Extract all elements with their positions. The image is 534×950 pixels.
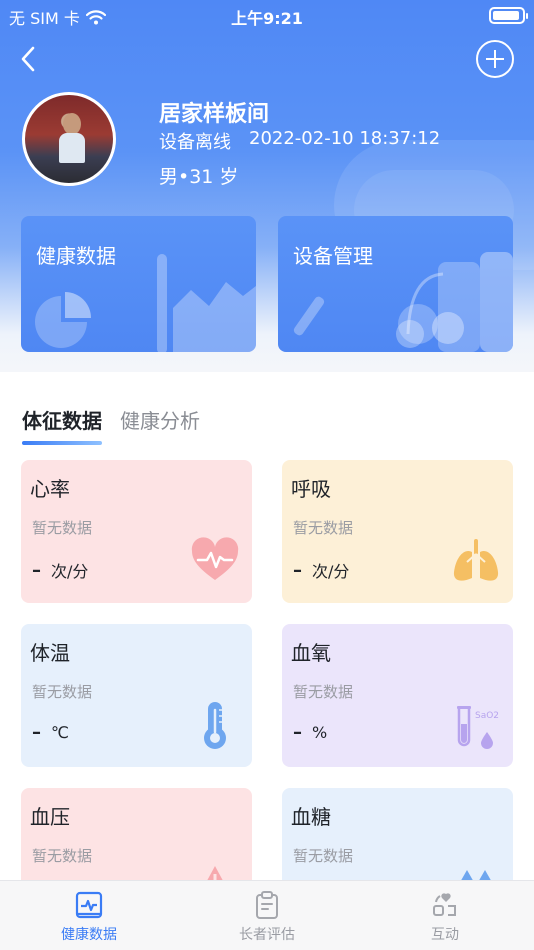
avatar[interactable] (22, 92, 116, 186)
vital-card-temperature[interactable]: 体温 暂无数据 – ℃ (21, 624, 252, 767)
gender-age: 男•31 岁 (159, 166, 239, 188)
health-data-card[interactable]: 健康数据 (21, 216, 256, 352)
device-manage-card[interactable]: 设备管理 (278, 216, 513, 352)
vital-nodata: 暂无数据 (32, 683, 93, 701)
vital-title: 体温 (30, 641, 70, 665)
health-chart-icon (75, 891, 103, 919)
vital-value: – (293, 722, 302, 743)
tab-bar: 体征数据 健康分析 (22, 405, 200, 445)
vital-nodata: 暂无数据 (293, 683, 354, 701)
vital-title: 血压 (30, 805, 70, 829)
test-tube-icon: SaO2 (457, 706, 499, 749)
add-icon[interactable] (476, 40, 514, 78)
nav-label: 长者评估 (239, 927, 295, 943)
clock: 上午9:21 (231, 9, 303, 28)
status-bar: 无 SIM 卡 上午9:21 (0, 0, 534, 30)
vital-nodata: 暂无数据 (293, 847, 354, 865)
vital-card-respiration[interactable]: 呼吸 暂无数据 – 次/分 (282, 460, 513, 603)
vital-value: – (32, 722, 41, 743)
vital-nodata: 暂无数据 (32, 519, 93, 537)
thermometer-icon (204, 702, 226, 749)
clipboard-icon (256, 891, 278, 919)
vital-title: 呼吸 (291, 477, 331, 501)
nav-label: 健康数据 (61, 927, 117, 943)
status-datetime: 2022-02-10 18:37:12 (249, 128, 441, 149)
device-manage-label: 设备管理 (293, 244, 373, 268)
battery-icon (489, 7, 528, 24)
vitals-panel: 体征数据 健康分析 心率 暂无数据 – 次/分 呼吸 暂无数据 – 次/分 体温 暂… (0, 372, 534, 931)
nav-interaction[interactable]: 互动 (356, 881, 534, 950)
vital-card-blood-oxygen[interactable]: 血氧 暂无数据 –% SaO2 (282, 624, 513, 767)
heart-pulse-icon (191, 537, 239, 580)
device-status: 设备离线 (159, 132, 231, 153)
vital-nodata: 暂无数据 (293, 519, 354, 537)
back-icon[interactable] (14, 44, 44, 74)
vital-value: – (32, 559, 41, 581)
vital-title: 血糖 (291, 805, 331, 829)
health-data-label: 健康数据 (36, 244, 116, 268)
vital-unit: ℃ (51, 723, 69, 742)
lungs-icon (453, 539, 499, 581)
profile-name: 居家样板间 (159, 102, 270, 127)
vital-value: – (293, 559, 302, 581)
nav-elder-assessment[interactable]: 长者评估 (178, 881, 356, 950)
interaction-icon (433, 893, 456, 916)
tab-vital-signs[interactable]: 体征数据 (22, 405, 102, 445)
vital-unit: 次/分 (51, 562, 89, 581)
vital-title: 心率 (30, 477, 70, 501)
device-illustration (293, 252, 513, 352)
vital-title: 血氧 (291, 641, 331, 665)
nav-label: 互动 (431, 927, 459, 943)
bottom-nav: 健康数据 长者评估 互动 (0, 880, 534, 950)
health-chart-illustration (35, 254, 256, 352)
vital-card-heart-rate[interactable]: 心率 暂无数据 – 次/分 (21, 460, 252, 603)
tab-health-analysis[interactable]: 健康分析 (120, 405, 200, 434)
nav-health-data[interactable]: 健康数据 (0, 881, 178, 950)
vital-unit: 次/分 (312, 562, 350, 581)
sao2-label: SaO2 (475, 711, 499, 721)
profile-info: 居家样板间 设备离线 2022-02-10 18:37:12 男•31 岁 (159, 96, 440, 189)
vital-nodata: 暂无数据 (32, 847, 93, 865)
vital-unit: % (312, 723, 328, 742)
